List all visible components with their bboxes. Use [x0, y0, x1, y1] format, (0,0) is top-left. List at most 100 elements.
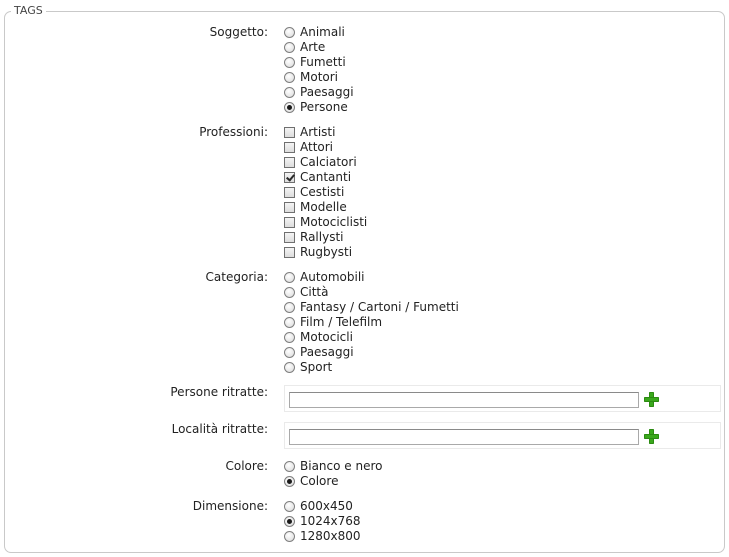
radio-button[interactable] [284, 42, 295, 53]
soggetto-option-label: Animali [300, 25, 345, 39]
categoria-option[interactable]: Automobili [284, 270, 459, 285]
categoria-option-label: Automobili [300, 270, 365, 284]
colore-option-label: Bianco e nero [300, 459, 383, 473]
radio-button[interactable] [284, 302, 295, 313]
radio-button[interactable] [284, 272, 295, 283]
radio-button[interactable] [284, 317, 295, 328]
soggetto-option[interactable]: Motori [284, 70, 354, 85]
radio-button[interactable] [284, 72, 295, 83]
categoria-option-label: Fantasy / Cartoni / Fumetti [300, 300, 459, 314]
colore-option-label: Colore [300, 474, 339, 488]
fieldset-legend: TAGS [11, 4, 46, 17]
professioni-options: Artisti Attori Calciatori Cantanti Cestisti M… [284, 125, 367, 260]
radio-button[interactable] [284, 501, 295, 512]
soggetto-option[interactable]: Arte [284, 40, 354, 55]
categoria-option[interactable]: Città [284, 285, 459, 300]
checkbox[interactable] [284, 172, 295, 183]
checkbox[interactable] [284, 202, 295, 213]
soggetto-label: Soggetto: [209, 25, 268, 39]
professioni-option-label: Rallysti [300, 230, 344, 244]
professioni-option-label: Motociclisti [300, 215, 368, 229]
plus-icon[interactable] [643, 391, 659, 407]
professioni-option[interactable]: Modelle [284, 200, 367, 215]
professioni-option[interactable]: Motociclisti [284, 215, 367, 230]
colore-option[interactable]: Bianco e nero [284, 459, 382, 474]
radio-button[interactable] [284, 362, 295, 373]
radio-button[interactable] [284, 102, 295, 113]
radio-button[interactable] [284, 287, 295, 298]
professioni-option[interactable]: Attori [284, 140, 367, 155]
checkbox[interactable] [284, 232, 295, 243]
radio-button[interactable] [284, 347, 295, 358]
professioni-option-label: Cestisti [300, 185, 345, 199]
checkbox[interactable] [284, 217, 295, 228]
professioni-option[interactable]: Calciatori [284, 155, 367, 170]
colore-label: Colore: [225, 459, 269, 473]
persone-ritratte-input[interactable] [289, 392, 639, 408]
professioni-option[interactable]: Rugbysti [284, 245, 367, 260]
persone-ritratte-box [284, 385, 721, 412]
soggetto-option[interactable]: Animali [284, 25, 354, 40]
colore-options: Bianco e nero Colore [284, 459, 382, 489]
radio-button[interactable] [284, 57, 295, 68]
radio-button[interactable] [284, 476, 295, 487]
professioni-option[interactable]: Cantanti [284, 170, 367, 185]
soggetto-option-label: Arte [300, 40, 326, 54]
soggetto-option-label: Motori [300, 70, 339, 84]
dimensione-option-label: 1024x768 [300, 514, 361, 528]
radio-button[interactable] [284, 461, 295, 472]
radio-button[interactable] [284, 332, 295, 343]
categoria-option-label: Motocicli [300, 330, 353, 344]
soggetto-options: Animali Arte Fumetti Motori Paesaggi Persone [284, 25, 354, 115]
professioni-option-label: Modelle [300, 200, 347, 214]
professioni-option-label: Cantanti [300, 170, 352, 184]
dimensione-option[interactable]: 600x450 [284, 499, 361, 514]
categoria-option[interactable]: Sport [284, 360, 459, 375]
localita-ritratte-label: Località ritratte: [171, 422, 268, 436]
categoria-option[interactable]: Film / Telefilm [284, 315, 459, 330]
persone-ritratte-label: Persone ritratte: [170, 385, 268, 399]
categoria-options: Automobili Città Fantasy / Cartoni / Fumet… [284, 270, 459, 375]
localita-ritratte-box [284, 422, 721, 449]
soggetto-option-label: Persone [300, 100, 348, 114]
professioni-option[interactable]: Artisti [284, 125, 367, 140]
dimensione-option[interactable]: 1024x768 [284, 514, 361, 529]
categoria-option-label: Film / Telefilm [300, 315, 383, 329]
radio-button[interactable] [284, 531, 295, 542]
soggetto-option-label: Paesaggi [300, 85, 354, 99]
professioni-label: Professioni: [199, 125, 268, 139]
professioni-option[interactable]: Rallysti [284, 230, 367, 245]
checkbox[interactable] [284, 247, 295, 258]
professioni-option-label: Artisti [300, 125, 336, 139]
categoria-option-label: Sport [300, 360, 333, 374]
plus-icon[interactable] [643, 428, 659, 444]
dimensione-label: Dimensione: [192, 499, 268, 513]
soggetto-option[interactable]: Fumetti [284, 55, 354, 70]
professioni-option-label: Calciatori [300, 155, 357, 169]
checkbox[interactable] [284, 142, 295, 153]
dimensione-option-label: 1280x800 [300, 529, 361, 543]
categoria-option-label: Paesaggi [300, 345, 354, 359]
radio-button[interactable] [284, 27, 295, 38]
categoria-option[interactable]: Fantasy / Cartoni / Fumetti [284, 300, 459, 315]
localita-ritratte-input[interactable] [289, 429, 639, 445]
professioni-option-label: Rugbysti [300, 245, 353, 259]
dimensione-options: 600x450 1024x768 1280x800 [284, 499, 361, 544]
categoria-option[interactable]: Motocicli [284, 330, 459, 345]
checkbox[interactable] [284, 187, 295, 198]
categoria-option-label: Città [300, 285, 329, 299]
dimensione-option[interactable]: 1280x800 [284, 529, 361, 544]
soggetto-option[interactable]: Persone [284, 100, 354, 115]
categoria-label: Categoria: [205, 270, 268, 284]
radio-button[interactable] [284, 516, 295, 527]
professioni-option[interactable]: Cestisti [284, 185, 367, 200]
soggetto-option-label: Fumetti [300, 55, 346, 69]
soggetto-option[interactable]: Paesaggi [284, 85, 354, 100]
radio-button[interactable] [284, 87, 295, 98]
professioni-option-label: Attori [300, 140, 334, 154]
checkbox[interactable] [284, 157, 295, 168]
dimensione-option-label: 600x450 [300, 499, 353, 513]
colore-option[interactable]: Colore [284, 474, 382, 489]
categoria-option[interactable]: Paesaggi [284, 345, 459, 360]
checkbox[interactable] [284, 127, 295, 138]
